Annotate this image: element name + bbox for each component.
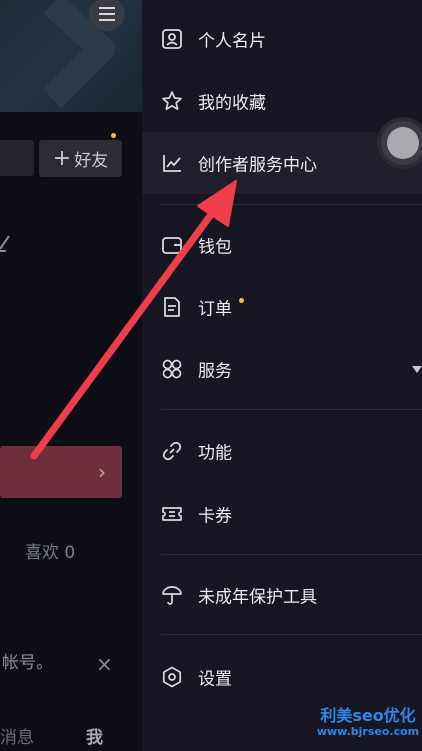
edit-profile-button[interactable] — [0, 140, 34, 176]
chevron-right-icon: › — [98, 460, 106, 484]
menu-item-label: 我的收藏 — [198, 93, 266, 114]
star-icon — [162, 91, 182, 111]
menu-item-label: 未成年保护工具 — [198, 587, 317, 608]
plus-icon: + — [52, 145, 72, 171]
menu-item-features[interactable]: 功能 — [142, 420, 422, 482]
side-drawer: 个人名片 我的收藏 创作者服务中心 钱包 订单 服务 功能 卡券 未成年保护工具… — [142, 0, 422, 751]
menu-item-label: 钱包 — [198, 237, 232, 258]
menu-item-orders[interactable]: 订单 — [142, 276, 422, 338]
link-icon — [162, 441, 182, 461]
add-friend-button[interactable]: + 好友 — [39, 140, 122, 177]
menu-item-favorites[interactable]: 我的收藏 — [142, 70, 422, 132]
divider — [161, 204, 422, 205]
likes-tab[interactable]: 喜欢 0 — [25, 538, 75, 563]
order-document-icon — [164, 297, 180, 317]
hamburger-icon — [99, 5, 115, 23]
umbrella-icon — [162, 586, 182, 605]
menu-item-wallet[interactable]: 钱包 — [142, 214, 422, 276]
ticket-icon — [162, 507, 182, 521]
menu-item-label: 订单 — [198, 299, 232, 320]
tab-messages[interactable]: 消息 — [0, 723, 34, 748]
profile-card-icon — [162, 29, 182, 49]
divider — [161, 409, 422, 410]
divider — [161, 634, 422, 635]
watermark-title: 利美seo优化 — [320, 706, 416, 725]
menu-item-label: 个人名片 — [198, 31, 266, 52]
settings-gear-icon — [162, 666, 182, 688]
divider — [161, 554, 422, 555]
add-friend-label: 好友 — [74, 151, 109, 171]
menu-item-profile-card[interactable]: 个人名片 — [142, 8, 422, 70]
menu-item-label: 服务 — [198, 361, 232, 382]
tab-me[interactable]: 我 — [86, 723, 103, 748]
menu-item-label: 设置 — [198, 669, 232, 690]
caret-down-icon[interactable] — [412, 366, 422, 373]
menu-item-minor-protection[interactable]: 未成年保护工具 — [142, 564, 422, 626]
profile-page-background: + 好友 › 喜欢 0 帐号。 × 消息 我 — [0, 0, 142, 751]
watermark-logo: 利美seo优化 www.bjrseo.com — [312, 706, 422, 738]
menu-item-label: 功能 — [198, 443, 232, 464]
chart-line-icon — [163, 155, 181, 172]
menu-item-creator-center[interactable]: 创作者服务中心 — [142, 132, 422, 194]
watermark-url: www.bjrseo.com — [316, 725, 420, 738]
notification-dot — [111, 133, 116, 138]
notification-dot — [239, 298, 244, 303]
pencil-icon — [0, 235, 10, 252]
menu-item-services[interactable]: 服务 — [142, 338, 422, 400]
account-hint-text: 帐号。 — [2, 653, 53, 673]
close-icon[interactable]: × — [96, 652, 113, 676]
menu-item-label: 创作者服务中心 — [198, 155, 317, 176]
menu-item-coupons[interactable]: 卡券 — [142, 483, 422, 545]
wallet-icon — [162, 237, 182, 254]
menu-item-settings[interactable]: 设置 — [142, 646, 422, 708]
floating-button-knob[interactable] — [387, 127, 419, 159]
menu-item-label: 卡券 — [198, 506, 232, 527]
banner-card[interactable]: › — [0, 446, 122, 498]
four-leaf-grid-icon — [162, 359, 182, 379]
